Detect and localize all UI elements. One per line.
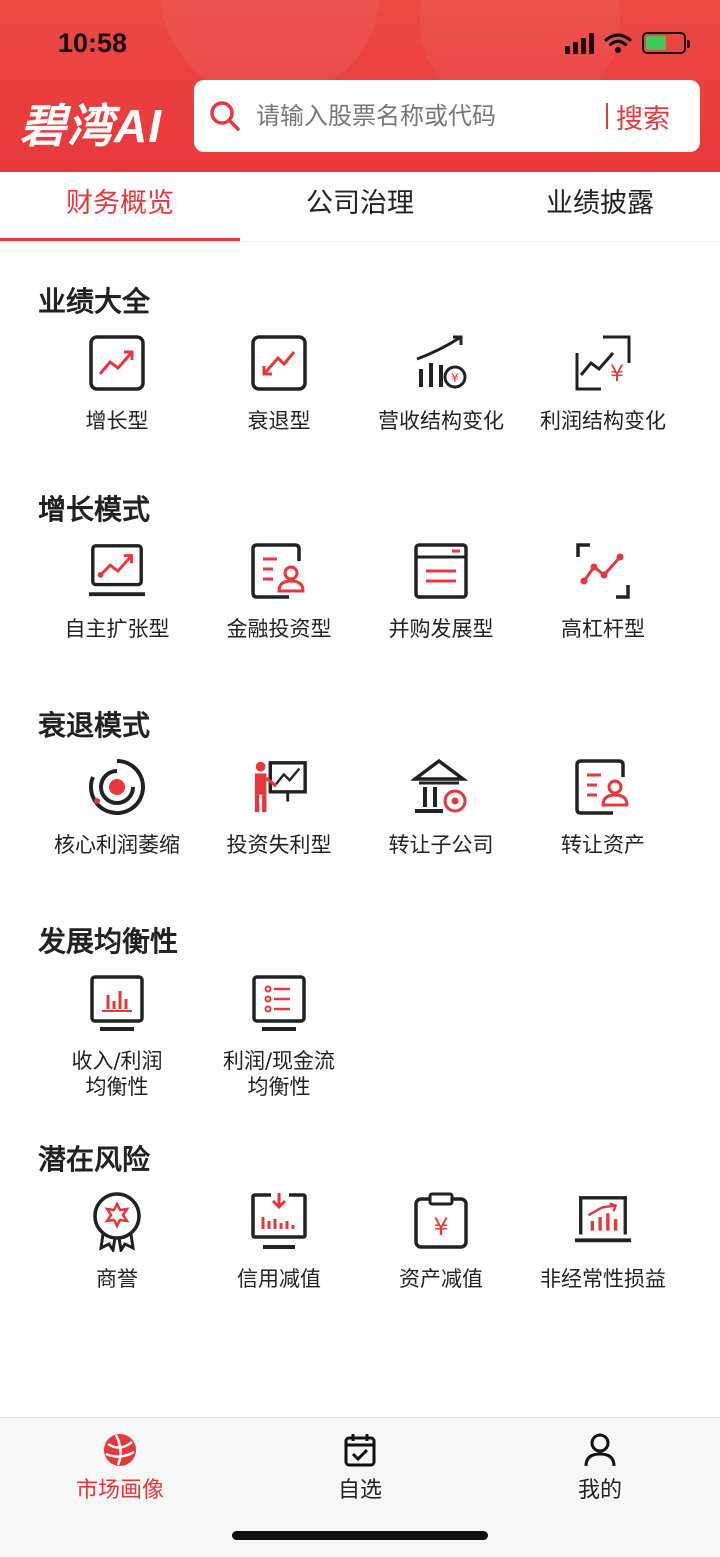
section-grid-growth-mode: 自主扩张型 金融投资型 并购发展型 高杠杆型 [0, 540, 720, 642]
feature-self-expansion[interactable]: 自主扩张型 [36, 540, 198, 642]
feature-label: 信用减值 [237, 1267, 321, 1291]
feature-label: 转让子公司 [388, 833, 494, 857]
nav-label: 市场画像 [75, 1478, 164, 1503]
svg-text:¥: ¥ [610, 362, 624, 387]
nav-watchlist[interactable]: 自选 [280, 1432, 440, 1504]
feature-transfer-assets[interactable]: 转让资产 [522, 756, 684, 858]
feature-finance-invest[interactable]: 金融投资型 [198, 540, 360, 642]
nav-label: 我的 [577, 1478, 622, 1503]
globe-icon [104, 1434, 136, 1466]
wifi-icon [604, 33, 632, 53]
monitor-bar-icon [87, 972, 147, 1034]
monitor-list-icon [249, 972, 309, 1034]
feature-label: 金融投资型 [226, 617, 332, 641]
nav-label: 自选 [337, 1478, 382, 1503]
laptop-bars-icon [573, 1190, 633, 1252]
target-icon [87, 756, 147, 818]
bank-icon [411, 756, 471, 818]
home-indicator [232, 1531, 488, 1540]
leverage-icon [573, 540, 633, 602]
feature-high-leverage[interactable]: 高杠杆型 [522, 540, 684, 642]
tab-corporate-governance[interactable]: 公司治理 [240, 172, 480, 241]
asset-transfer-icon [573, 756, 633, 818]
merger-icon [411, 540, 471, 602]
status-time: 10:58 [58, 28, 128, 58]
nav-mine[interactable]: 我的 [520, 1432, 680, 1504]
presenter-icon [249, 756, 309, 818]
feature-label: 商誉 [96, 1267, 138, 1291]
section-title-performance: 业绩大全 [38, 285, 151, 318]
credit-impairment-icon [249, 1190, 309, 1252]
feature-label: 自主扩张型 [64, 617, 170, 641]
section-grid-risk: 商誉 信用减值 ¥ 资产减值 非经常性损益 [0, 1190, 720, 1292]
app-logo: 碧湾AI [20, 100, 162, 152]
feature-decline[interactable]: 衰退型 [198, 332, 360, 434]
badge-icon [87, 1190, 147, 1252]
feature-label: 转让资产 [561, 833, 645, 857]
feature-profit-structure[interactable]: ¥ 利润结构变化 [522, 332, 684, 434]
search-divider [606, 103, 608, 129]
finance-invest-icon [249, 540, 309, 602]
feature-label: 利润/现金流 均衡性 [222, 1049, 336, 1099]
svg-text:¥: ¥ [451, 371, 459, 385]
feature-label: 营收结构变化 [378, 409, 504, 433]
user-icon [584, 1433, 616, 1467]
feature-core-profit-shrink[interactable]: 核心利润萎缩 [36, 756, 198, 858]
signal-icon [565, 32, 594, 54]
section-title-growth-mode: 增长模式 [38, 493, 151, 526]
tab-performance-disclosure[interactable]: 业绩披露 [480, 172, 720, 241]
feature-non-recurring[interactable]: 非经常性损益 [522, 1190, 684, 1292]
feature-label: 利润结构变化 [540, 409, 666, 433]
feature-label: 投资失利型 [226, 833, 332, 857]
feature-investment-loss[interactable]: 投资失利型 [198, 756, 360, 858]
feature-label: 增长型 [85, 409, 149, 433]
section-title-risk: 潜在风险 [38, 1143, 151, 1176]
tab-bar: 财务概览 公司治理 业绩披露 [0, 172, 720, 242]
feature-revenue-profit-balance[interactable]: 收入/利润 均衡性 [36, 972, 198, 1100]
feature-growth[interactable]: 增长型 [36, 332, 198, 434]
section-grid-decline-mode: 核心利润萎缩 投资失利型 转让子公司 转让资产 [0, 756, 720, 858]
feature-profit-cashflow-balance[interactable]: 利润/现金流 均衡性 [198, 972, 360, 1100]
feature-label: 非经常性损益 [540, 1267, 666, 1291]
section-grid-balance: 收入/利润 均衡性 利润/现金流 均衡性 [0, 972, 720, 1100]
feature-label: 高杠杆型 [561, 617, 645, 641]
clipboard-yen-icon: ¥ [411, 1190, 471, 1252]
svg-text:¥: ¥ [433, 1213, 448, 1241]
calendar-check-icon [344, 1434, 376, 1467]
app-header: 10:58 碧湾AI 搜索 [0, 0, 720, 172]
search-button[interactable]: 搜索 [606, 97, 670, 136]
decline-chart-icon [249, 332, 309, 394]
feature-label: 收入/利润 均衡性 [71, 1049, 163, 1099]
profit-structure-icon: ¥ [573, 332, 633, 394]
tab-financial-overview[interactable]: 财务概览 [0, 172, 240, 241]
feature-transfer-subsidiary[interactable]: 转让子公司 [360, 756, 522, 858]
section-title-balance: 发展均衡性 [38, 925, 179, 958]
feature-goodwill[interactable]: 商誉 [36, 1190, 198, 1292]
feature-merger[interactable]: 并购发展型 [360, 540, 522, 642]
battery-icon [642, 32, 690, 54]
search-icon [210, 101, 240, 131]
section-grid-performance: 增长型 衰退型 ¥ 营收结构变化 ¥ 利润结构变化 [0, 332, 720, 434]
revenue-structure-icon: ¥ [411, 332, 471, 394]
feature-label: 资产减值 [399, 1267, 483, 1291]
growth-chart-icon [87, 332, 147, 394]
laptop-growth-icon [87, 540, 147, 602]
search-button-label: 搜索 [616, 103, 670, 135]
feature-revenue-structure[interactable]: ¥ 营收结构变化 [360, 332, 522, 434]
section-title-decline-mode: 衰退模式 [38, 709, 151, 742]
feature-label: 核心利润萎缩 [54, 833, 180, 857]
feature-asset-impairment[interactable]: ¥ 资产减值 [360, 1190, 522, 1292]
search-input[interactable] [256, 102, 606, 130]
feature-credit-impairment[interactable]: 信用减值 [198, 1190, 360, 1292]
feature-label: 衰退型 [247, 409, 311, 433]
status-icons [565, 32, 690, 54]
search-bar[interactable]: 搜索 [194, 80, 700, 152]
nav-market-portrait[interactable]: 市场画像 [40, 1432, 200, 1504]
feature-label: 并购发展型 [388, 617, 494, 641]
